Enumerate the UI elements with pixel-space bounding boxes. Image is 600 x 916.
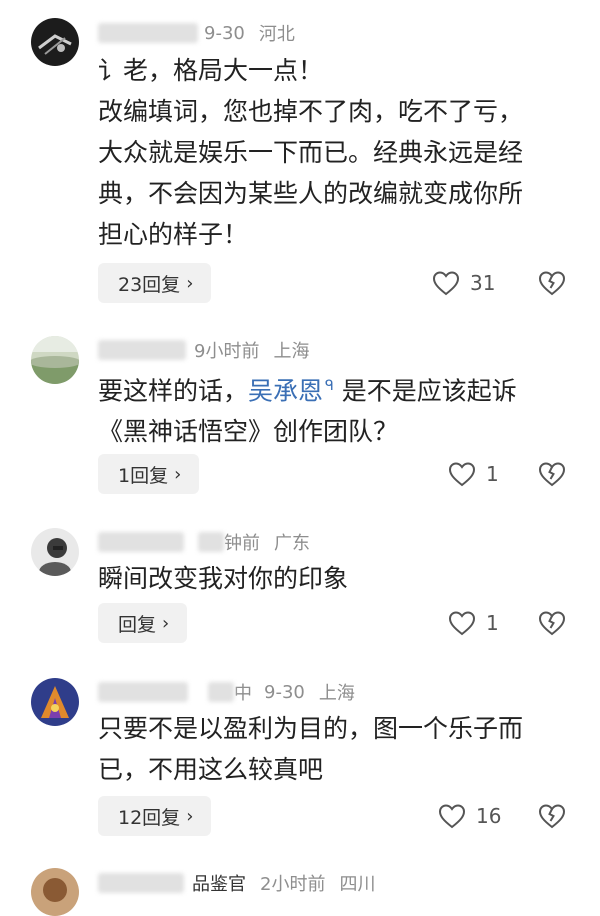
time-redacted [198,532,224,552]
comment-line: 已，不用这么较真吧 [98,755,324,784]
broken-heart-icon[interactable] [538,460,566,488]
comment-location: 四川 [339,874,376,895]
avatar[interactable] [31,868,79,916]
avatar[interactable] [31,528,79,576]
chevron-right-icon: › [162,612,170,634]
username-redacted [208,682,234,702]
reply-button[interactable]: 1回复 › [98,454,200,494]
reply-label: 12回复 [118,806,181,829]
comment-line: 改编填词，您也掉不了肉，吃不了亏， [98,97,524,126]
chevron-right-icon: › [186,272,194,294]
reply-button[interactable]: 回复 › [98,603,188,643]
comment-time: 钟前 [224,533,260,554]
comment-body: 瞬间改变我对你的印象 [98,558,568,599]
comment-time: 9-30 [204,22,245,44]
comment-meta: 品鉴官 2小时前 四川 [98,870,375,896]
broken-heart-icon[interactable] [538,269,566,297]
comment-text: 是不是应该起诉 [333,376,517,406]
comment-location: 上海 [318,683,355,704]
like-button[interactable]: 31 [432,263,495,303]
like-count: 1 [486,611,499,635]
broken-heart-icon[interactable] [538,609,566,637]
search-icon[interactable]: ᑫ [325,378,334,394]
username-redacted[interactable] [98,532,184,552]
username-fragment: 品鉴官 [192,874,246,895]
reply-label: 23回复 [118,273,181,296]
reply-button[interactable]: 23回复 › [98,263,212,303]
comment-time: 9-30 [264,681,305,703]
username-redacted[interactable] [98,682,188,702]
comment-location: 广东 [274,533,310,554]
reply-label: 回复 [118,613,157,636]
comment-location: 河北 [258,24,295,45]
comment-meta: 9小时前 上海 [98,337,309,363]
comment-meta: 9-30 河北 [98,20,295,46]
username-fragment: 中 [234,683,252,704]
heart-outline-icon [448,462,476,487]
chevron-right-icon: › [186,805,194,827]
like-button[interactable]: 16 [438,796,501,836]
username-redacted[interactable] [98,873,184,893]
comment-body: 要这样的话，吴承恩 ᑫ 是不是应该起诉 《黑神话悟空》创作团队？ [98,366,568,452]
broken-heart-icon[interactable] [538,802,566,830]
heart-outline-icon [432,271,460,296]
chevron-right-icon: › [174,463,182,485]
comment-time: 9小时前 [194,341,260,362]
comment-line: 瞬间改变我对你的印象 [98,564,349,593]
username-redacted[interactable] [98,23,198,43]
like-count: 1 [486,462,499,486]
like-count: 16 [476,804,502,828]
comment-text: 要这样的话， [98,376,249,406]
like-button[interactable]: 1 [448,603,499,643]
heart-outline-icon [438,804,466,829]
comment-body: 只要不是以盈利为目的，图一个乐子而 已，不用这么较真吧 [98,708,568,790]
avatar[interactable] [31,18,79,66]
reply-label: 1回复 [118,464,169,487]
comment-line: 要这样的话，吴承恩 ᑫ 是不是应该起诉 [98,366,568,411]
comment-line: 担心的样子！ [98,220,249,249]
like-button[interactable]: 1 [448,454,499,494]
avatar[interactable] [31,336,79,384]
comment-location: 上海 [273,341,310,362]
like-count: 31 [470,271,496,295]
heart-outline-icon [448,611,476,636]
comment-meta: 钟前 广东 [98,529,310,555]
comment-line: 大众就是娱乐一下而已。经典永远是经 [98,138,524,167]
comment-line: 只要不是以盈利为目的，图一个乐子而 [98,714,524,743]
mention-link[interactable]: 吴承恩 [248,376,323,405]
username-redacted[interactable] [98,340,186,360]
comment-body: 讠老，格局大一点！ 改编填词，您也掉不了肉，吃不了亏， 大众就是娱乐一下而已。经… [98,50,568,255]
comment-meta: 中 9-30 上海 [98,679,355,705]
reply-button[interactable]: 12回复 › [98,796,212,836]
comment-line: 《黑神话悟空》创作团队？ [98,417,399,447]
comment-line: 典，不会因为某些人的改编就变成你所 [98,179,524,208]
comment-line: 讠老，格局大一点！ [98,56,324,85]
comment-time: 2小时前 [260,874,326,895]
avatar[interactable] [31,678,79,726]
